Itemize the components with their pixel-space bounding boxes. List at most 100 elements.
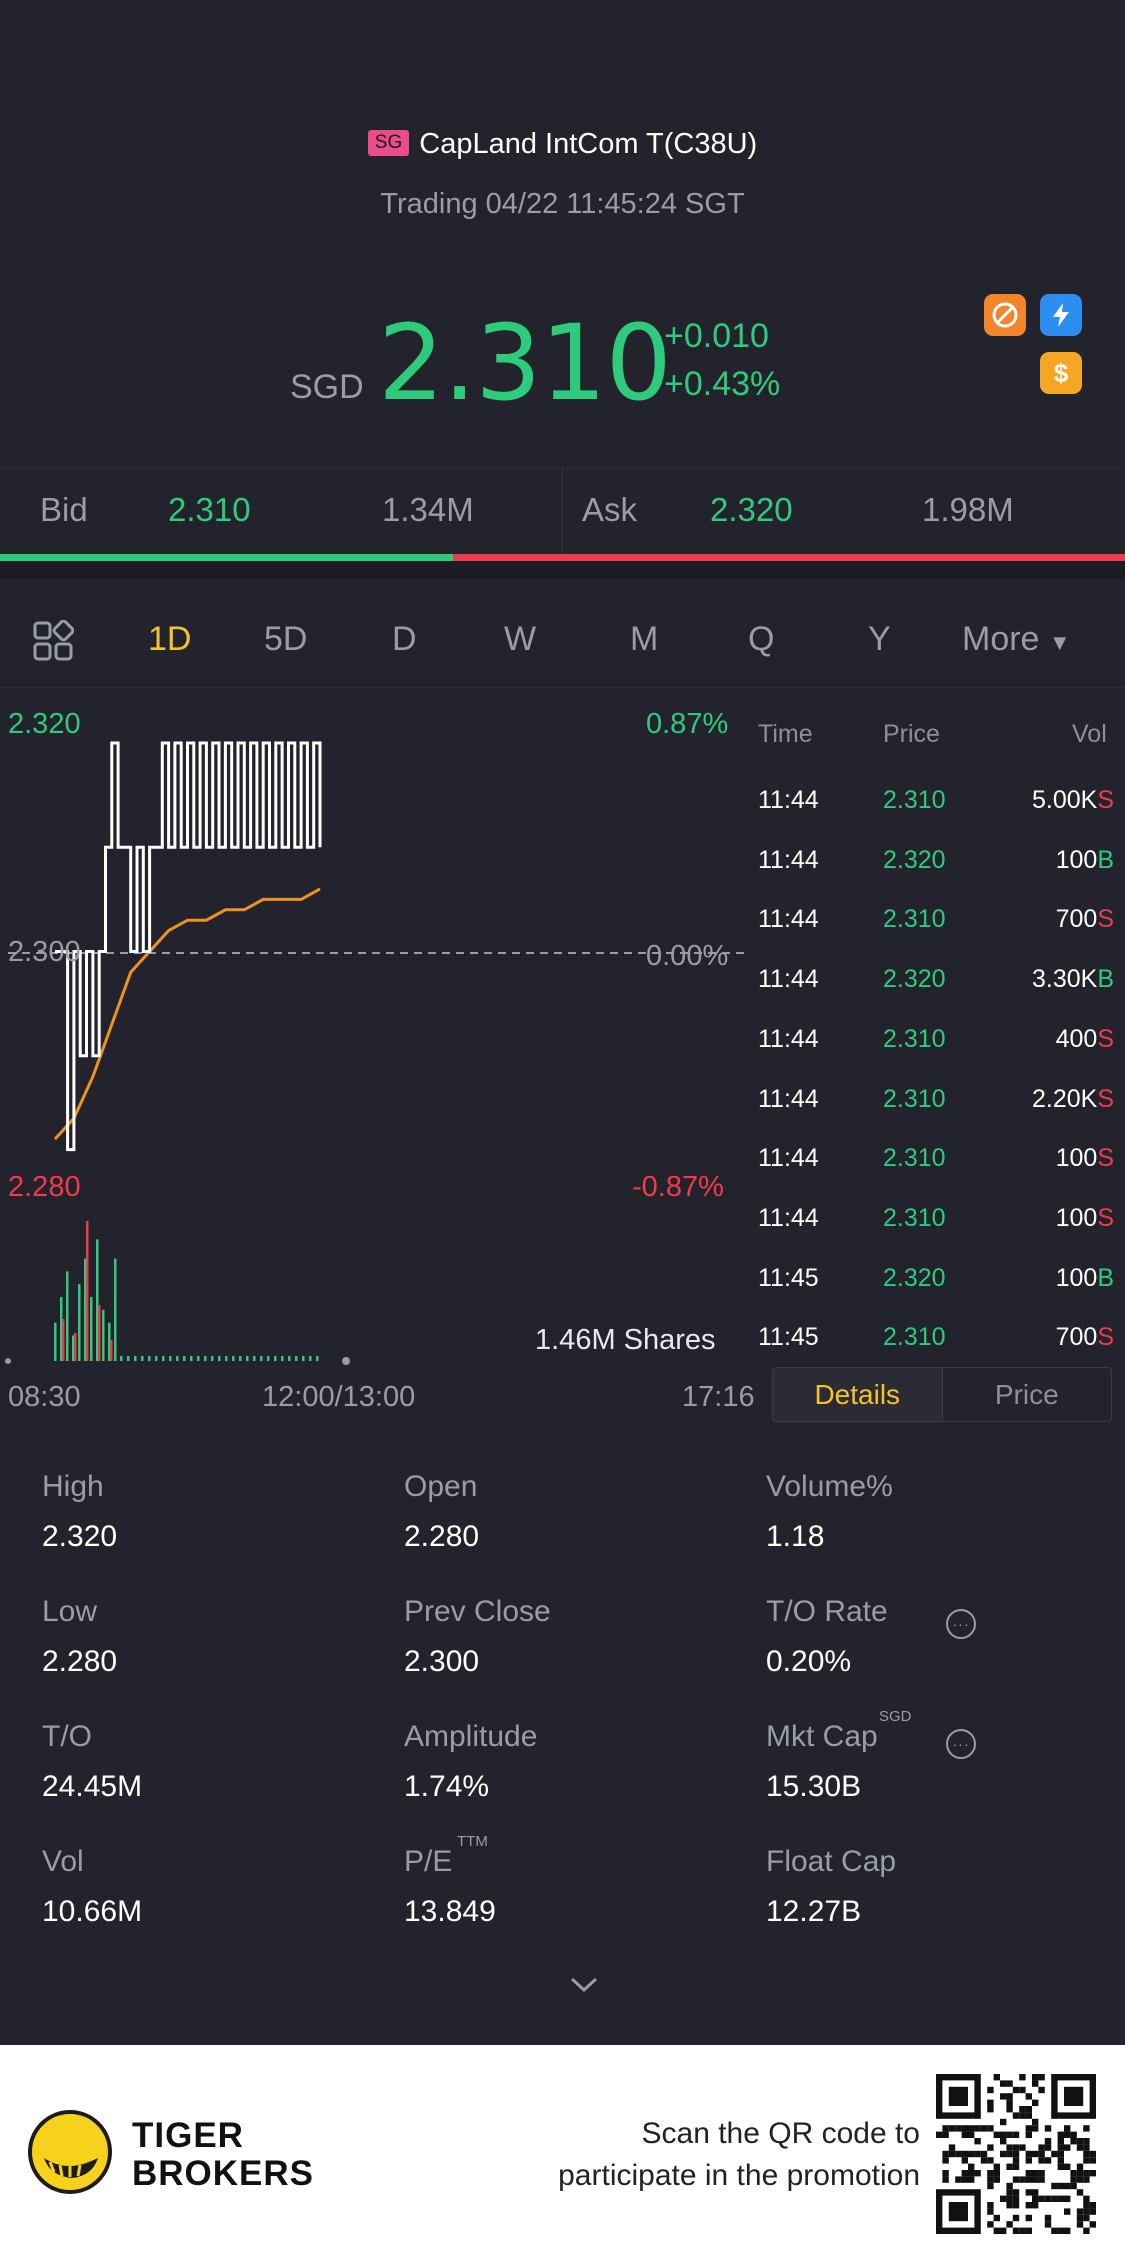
stat-item: Volume% 1.18 bbox=[766, 1470, 893, 1554]
qr-code[interactable] bbox=[936, 2074, 1096, 2234]
trade-price: 2.320 bbox=[883, 965, 946, 994]
volume-bar-small bbox=[302, 1356, 305, 1361]
tab-details[interactable]: Details bbox=[773, 1368, 943, 1421]
trade-side: B bbox=[1097, 845, 1114, 874]
trade-side: S bbox=[1097, 786, 1114, 814]
volume-bar-down bbox=[74, 1333, 77, 1361]
stat-item: Amplitude 1.74% bbox=[404, 1720, 537, 1804]
stat-label: Mkt Cap SGD bbox=[766, 1708, 912, 1753]
tab-5d[interactable]: 5D bbox=[264, 620, 307, 659]
trade-price: 2.320 bbox=[883, 845, 946, 874]
stat-label: Float Cap bbox=[766, 1845, 897, 1878]
volume-bar-small bbox=[281, 1356, 284, 1361]
last-price: 2.310 bbox=[378, 302, 672, 424]
tab-q[interactable]: Q bbox=[748, 620, 774, 659]
chevron-down-icon[interactable] bbox=[568, 1975, 600, 1995]
price-change: +0.010 +0.43% bbox=[664, 312, 780, 408]
x-axis-mid: 12:00/13:00 bbox=[262, 1381, 416, 1413]
volume-bar-small bbox=[120, 1356, 123, 1361]
indicator-grid-icon[interactable] bbox=[32, 620, 74, 662]
promo-line-1: Scan the QR code to bbox=[641, 2117, 921, 2150]
stat-label: T/O Rate bbox=[766, 1595, 888, 1628]
mkt-cap-info-icon[interactable]: ··· bbox=[946, 1729, 976, 1759]
stat-item: P/E TTM 13.849 bbox=[404, 1833, 496, 1929]
trade-volume: 100B bbox=[1056, 1264, 1114, 1293]
trade-time: 11:44 bbox=[758, 786, 819, 814]
volume-bars bbox=[54, 1221, 319, 1361]
stat-item: Low 2.280 bbox=[42, 1595, 117, 1679]
trade-volume-value: 2.20K bbox=[1031, 1084, 1098, 1113]
stat-label: High bbox=[42, 1470, 104, 1503]
tab-more[interactable]: More ▼ bbox=[962, 620, 1071, 659]
trades-header-price: Price bbox=[883, 720, 940, 748]
volume-bar-up bbox=[114, 1258, 117, 1361]
tab-y[interactable]: Y bbox=[868, 620, 891, 659]
volume-bar-small bbox=[204, 1356, 207, 1361]
stat-value: 10.66M bbox=[42, 1895, 143, 1928]
bid-price: 2.310 bbox=[168, 491, 251, 528]
trade-volume: 400S bbox=[1056, 1025, 1114, 1054]
volume-bar-small bbox=[134, 1356, 137, 1361]
tab-w[interactable]: W bbox=[504, 620, 536, 659]
bid-ask-panel: Bid 2.310 1.34M Ask 2.320 1.98M bbox=[0, 468, 1125, 559]
no-pattern-icon[interactable] bbox=[984, 294, 1026, 336]
stat-value: 0.20% bbox=[766, 1645, 852, 1678]
trade-side: S bbox=[1097, 1024, 1114, 1053]
stat-label: Volume% bbox=[766, 1470, 893, 1503]
volume-bar-small bbox=[197, 1356, 200, 1361]
lightning-icon[interactable] bbox=[1040, 294, 1082, 336]
stock-title: SG CapLand IntCom T(C38U) bbox=[0, 128, 1125, 161]
dollar-icon[interactable]: $ bbox=[1040, 352, 1082, 394]
trade-volume-value: 400 bbox=[1055, 1024, 1098, 1053]
volume-bar-up bbox=[102, 1309, 105, 1361]
trade-time: 11:45 bbox=[758, 1263, 819, 1292]
volume-bar-small bbox=[309, 1356, 312, 1361]
volume-bar-small bbox=[260, 1356, 263, 1361]
trade-side: S bbox=[1097, 1203, 1114, 1232]
bid-strength-bar bbox=[0, 554, 453, 561]
stat-label: P/E TTM bbox=[404, 1833, 488, 1878]
trades-list[interactable]: 11:44 2.310 5.00KS 11:44 2.320 100B 11:44 2.310… bbox=[758, 786, 1114, 1351]
volume-bar-small bbox=[274, 1356, 277, 1361]
trade-side: S bbox=[1097, 1323, 1114, 1352]
stat-label: Vol bbox=[42, 1845, 84, 1878]
ask-label: Ask bbox=[582, 491, 638, 528]
pct-axis-high: 0.87% bbox=[646, 708, 729, 740]
intraday-chart[interactable] bbox=[0, 700, 760, 1380]
trading-status: Trading 04/22 11:45:24 SGT bbox=[380, 188, 745, 220]
tab-m[interactable]: M bbox=[630, 620, 658, 659]
volume-bar-small bbox=[190, 1356, 193, 1361]
stat-item: T/O Rate 0.20% bbox=[766, 1595, 888, 1679]
volume-bar-up bbox=[66, 1271, 69, 1361]
trade-price: 2.310 bbox=[883, 1024, 946, 1053]
stat-value: 2.300 bbox=[404, 1645, 480, 1678]
trade-side: B bbox=[1097, 1263, 1114, 1292]
x-axis-end: 17:16 bbox=[682, 1381, 755, 1413]
trade-time: 11:44 bbox=[758, 905, 819, 934]
tab-1d[interactable]: 1D bbox=[148, 620, 191, 659]
volume-bar-small bbox=[246, 1356, 249, 1361]
tab-price[interactable]: Price bbox=[943, 1368, 1112, 1421]
trade-volume-value: 100 bbox=[1055, 1144, 1098, 1173]
trade-row: 11:45 2.320 100B bbox=[758, 1264, 1125, 1304]
trade-side: B bbox=[1097, 965, 1114, 994]
more-label: More bbox=[962, 620, 1040, 658]
trade-side: S bbox=[1097, 1084, 1114, 1113]
x-axis-start: 08:30 bbox=[8, 1381, 81, 1413]
currency-label: SGD bbox=[290, 368, 364, 406]
brand-line-2: BROKERS bbox=[132, 2154, 315, 2193]
bid-ask-divider bbox=[562, 469, 563, 559]
volume-bar-up bbox=[54, 1322, 57, 1361]
tiger-logo-icon bbox=[28, 2110, 112, 2194]
stat-value: 13.849 bbox=[404, 1895, 496, 1928]
trade-side: S bbox=[1097, 1144, 1114, 1173]
trade-price: 2.310 bbox=[883, 786, 946, 814]
ask-size: 1.98M bbox=[922, 491, 1014, 528]
section-divider bbox=[0, 561, 1125, 579]
stat-label: Low bbox=[42, 1595, 98, 1628]
tab-d[interactable]: D bbox=[392, 620, 417, 659]
volume-bar-small bbox=[232, 1356, 235, 1361]
volume-bar-small bbox=[148, 1356, 151, 1361]
to-rate-info-icon[interactable]: ··· bbox=[946, 1609, 976, 1639]
stat-superscript: TTM bbox=[457, 1833, 488, 1850]
